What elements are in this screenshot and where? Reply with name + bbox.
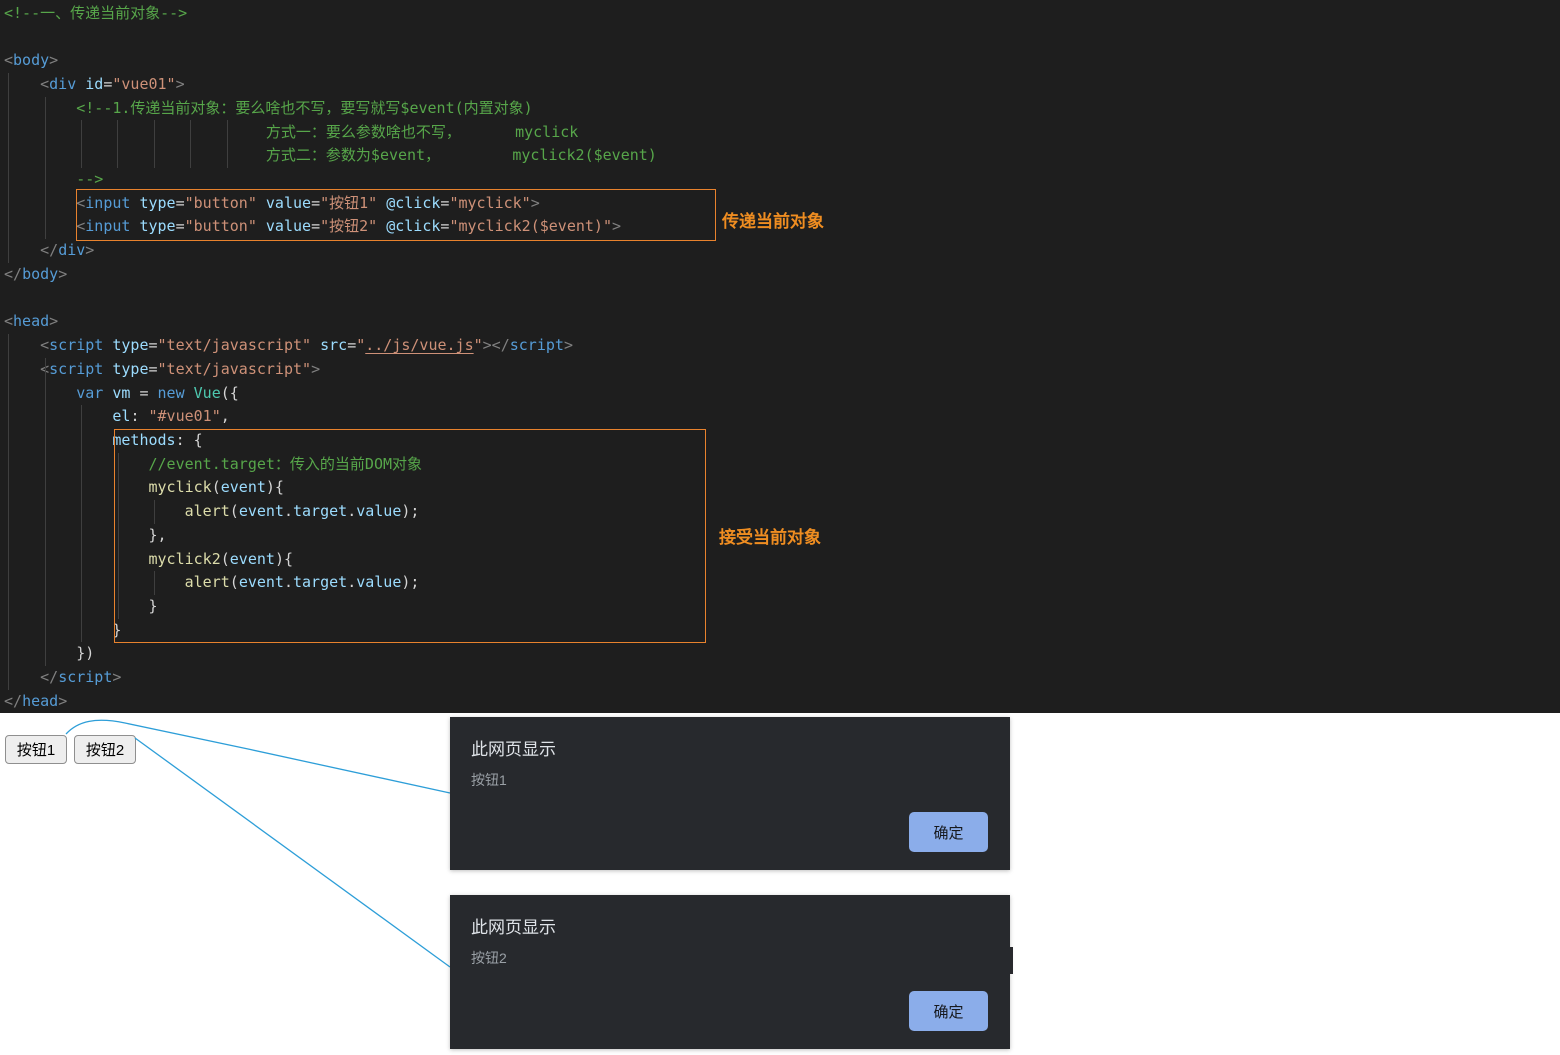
code-line: 方式二：参数为$event， myclick2($event) — [4, 144, 657, 168]
annotation-box-inputs — [76, 189, 716, 241]
alert-dialog-2: 此网页显示 按钮2 确定 — [450, 895, 1010, 1049]
indent-guide — [45, 97, 46, 239]
code-line: var vm = new Vue({ — [4, 382, 657, 406]
code-line: 方式一：要么参数啥也不写， myclick — [4, 121, 657, 145]
code-line: <head> — [4, 310, 657, 334]
annotation-label-pass: 传递当前对象 — [722, 207, 824, 232]
code-editor: <!--一、传递当前对象--> <body> <div id="vue01"> … — [0, 0, 1560, 713]
indent-guide — [117, 120, 118, 168]
annotation-box-methods — [114, 429, 706, 643]
code-line: <script type="text/javascript"> — [4, 358, 657, 382]
alert-dialog-1: 此网页显示 按钮1 确定 — [450, 717, 1010, 870]
dialog-message: 按钮1 — [471, 770, 507, 790]
code-line: el: "#vue01", — [4, 405, 657, 429]
code-line: <!--1.传递当前对象：要么啥也不写，要写就写$event(内置对象) — [4, 97, 657, 121]
indent-guide — [190, 120, 191, 168]
indent-guide — [8, 334, 9, 690]
indent-guide — [81, 120, 82, 168]
code-line: </script> — [4, 666, 657, 690]
code-line: <!--一、传递当前对象--> — [4, 2, 657, 26]
indent-guide — [81, 405, 82, 642]
code-line: <body> — [4, 49, 657, 73]
code-line: </head> — [4, 690, 657, 713]
preview-button-2[interactable]: 按钮2 — [74, 735, 136, 764]
annotation-label-receive: 接受当前对象 — [719, 523, 821, 548]
ok-button[interactable]: 确定 — [909, 991, 988, 1031]
connector-line-2 — [135, 738, 450, 967]
indent-guide — [8, 73, 9, 263]
screenshot-root: <!--一、传递当前对象--> <body> <div id="vue01"> … — [0, 0, 1560, 1055]
screenshot-artifact — [1010, 947, 1013, 974]
code-line: </body> — [4, 263, 657, 287]
dialog-title: 此网页显示 — [471, 735, 556, 760]
ok-button[interactable]: 确定 — [909, 812, 988, 852]
indent-guide — [45, 358, 46, 666]
code-line: <div id="vue01"> — [4, 73, 657, 97]
preview-button-1[interactable]: 按钮1 — [5, 735, 67, 764]
indent-guide — [154, 120, 155, 168]
indent-guide — [227, 120, 228, 168]
code-line — [4, 26, 657, 50]
browser-preview: 按钮1 按钮2 此网页显示 按钮1 确定 此网页显示 按钮2 确定 — [0, 713, 1560, 1055]
code-line — [4, 287, 657, 311]
code-line: }) — [4, 642, 657, 666]
code-line: <script type="text/javascript" src="../j… — [4, 334, 657, 358]
dialog-message: 按钮2 — [471, 948, 507, 968]
dialog-title: 此网页显示 — [471, 913, 556, 938]
code-line: </div> — [4, 239, 657, 263]
